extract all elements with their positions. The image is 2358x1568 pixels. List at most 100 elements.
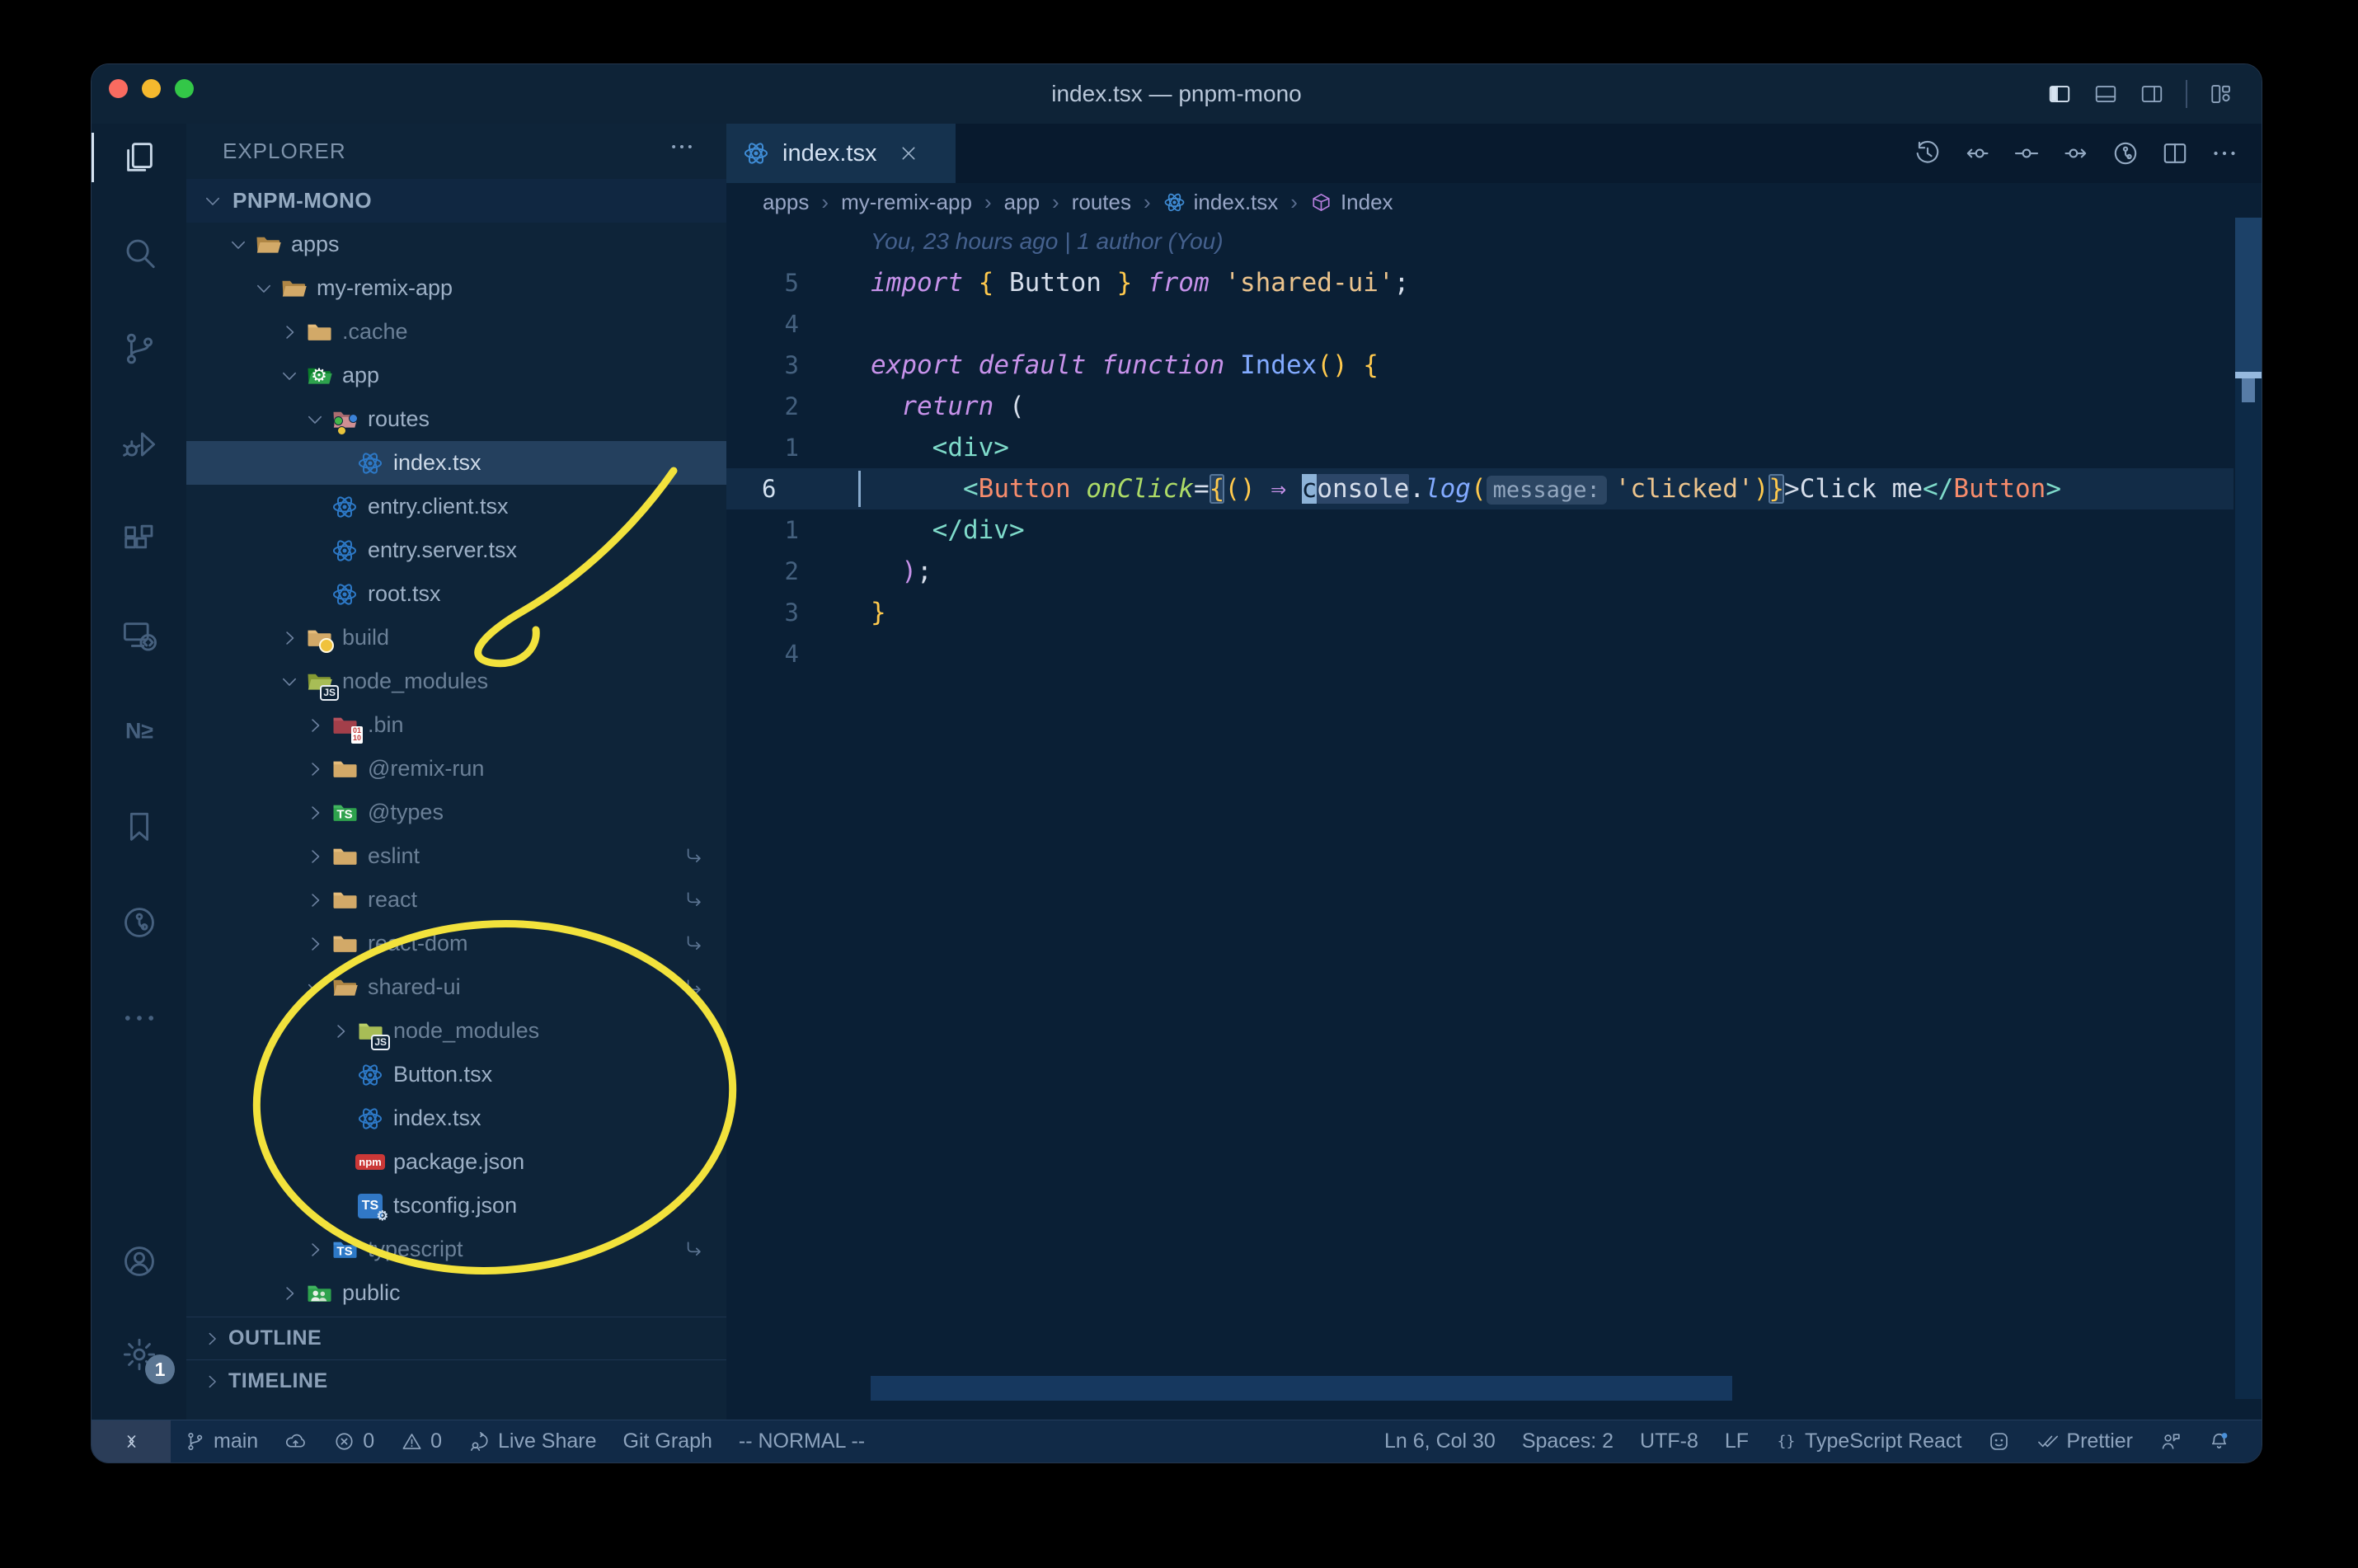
section-timeline[interactable]: TIMELINE xyxy=(186,1359,726,1402)
folder-icon xyxy=(303,1277,336,1310)
code-area[interactable]: You, 23 hours ago | 1 author (You) 5 impor… xyxy=(726,221,2262,1420)
code-line[interactable]: 2 return ( xyxy=(726,386,2234,427)
tree-item-build[interactable]: build xyxy=(186,616,726,660)
status-notifications[interactable] xyxy=(2195,1420,2243,1462)
activity-nx-console-icon[interactable]: N≥ xyxy=(92,698,186,764)
code-line[interactable]: 6 <Button onClick={() ⇒ console.log(mess… xyxy=(726,468,2234,509)
code-line[interactable]: 4 xyxy=(726,633,2234,674)
status-vim-mode[interactable]: -- NORMAL -- xyxy=(726,1420,878,1462)
tree-item-cache[interactable]: .cache xyxy=(186,310,726,354)
tab-index-tsx[interactable]: index.tsx xyxy=(726,124,956,183)
activity-settings-icon[interactable]: 1 xyxy=(92,1322,186,1387)
tree-item-eslint[interactable]: eslint xyxy=(186,834,726,878)
toggle-panel-icon[interactable] xyxy=(2093,82,2118,106)
activity-more-views-icon[interactable] xyxy=(92,985,186,1051)
tree-item-pnpm-mono[interactable]: PNPM-MONO xyxy=(186,179,726,223)
code-line[interactable]: 2 ); xyxy=(726,551,2234,592)
status-git-graph[interactable]: Git Graph xyxy=(610,1420,726,1462)
tree-item-bin[interactable]: 01 10 .bin xyxy=(186,703,726,747)
code-line[interactable]: 1 </div> xyxy=(726,509,2234,551)
activity-explorer-icon[interactable] xyxy=(92,124,186,190)
tree-item-entry-server-tsx[interactable]: entry.server.tsx xyxy=(186,528,726,572)
status-errors[interactable]: 0 xyxy=(320,1420,388,1462)
status-git-branch[interactable]: main xyxy=(171,1420,271,1462)
activity-extensions-icon[interactable] xyxy=(92,507,186,573)
close-button[interactable] xyxy=(109,79,128,98)
split-editor-icon[interactable] xyxy=(2161,139,2189,167)
code-line[interactable]: 3 export default function Index() { xyxy=(726,345,2234,386)
breadcrumb-apps[interactable]: apps xyxy=(763,190,809,215)
horizontal-scrollbar[interactable] xyxy=(871,1376,1732,1401)
tree-item-button-tsx[interactable]: Button.tsx xyxy=(186,1053,726,1096)
close-icon[interactable] xyxy=(898,143,919,164)
status-encoding[interactable]: UTF-8 xyxy=(1627,1420,1712,1462)
toggle-secondary-sidebar-icon[interactable] xyxy=(2140,82,2164,106)
breadcrumb-app[interactable]: app xyxy=(1004,190,1040,215)
status-feedback[interactable] xyxy=(2146,1420,2195,1462)
gitlens-graph-icon[interactable] xyxy=(2111,139,2140,167)
status-language-mode[interactable]: {} TypeScript React xyxy=(1762,1420,1975,1462)
breadcrumb-index[interactable]: Index xyxy=(1310,190,1393,215)
activity-remote-explorer-icon[interactable] xyxy=(92,603,186,669)
status-formatter-prettier[interactable]: Prettier xyxy=(2023,1420,2146,1462)
relative-line-number: 5 xyxy=(784,269,799,297)
route-dot-icon xyxy=(334,415,343,425)
breadcrumb-my-remix-app[interactable]: my-remix-app xyxy=(841,190,972,215)
next-change-icon[interactable] xyxy=(2062,139,2090,167)
status-publish-changes[interactable] xyxy=(271,1420,320,1462)
chevron-down-icon xyxy=(301,974,328,1001)
breadcrumb-routes[interactable]: routes xyxy=(1072,190,1131,215)
code-line[interactable]: 3} xyxy=(726,592,2234,633)
customize-layout-icon[interactable] xyxy=(2209,82,2234,106)
tree-item-my-remix-app[interactable]: my-remix-app xyxy=(186,266,726,310)
explorer-more-actions-icon[interactable] xyxy=(669,134,695,164)
toggle-primary-sidebar-icon[interactable] xyxy=(2047,82,2072,106)
tree-item-react-dom[interactable]: react-dom xyxy=(186,922,726,965)
activity-bookmarks-icon[interactable] xyxy=(92,794,186,860)
symlink-icon xyxy=(683,932,705,960)
breadcrumb-index-tsx[interactable]: index.tsx xyxy=(1163,190,1278,215)
minimize-button[interactable] xyxy=(142,79,161,98)
status-github[interactable] xyxy=(1975,1420,2023,1462)
activity-search-icon[interactable] xyxy=(92,220,186,286)
tree-item-root-tsx[interactable]: root.tsx xyxy=(186,572,726,616)
section-outline[interactable]: OUTLINE xyxy=(186,1317,726,1359)
tree-item-public[interactable]: public xyxy=(186,1271,726,1315)
activity-accounts-icon[interactable] xyxy=(92,1228,186,1294)
tree-item-typescript[interactable]: TS typescript xyxy=(186,1228,726,1271)
tree-item-node-modules[interactable]: JS node_modules xyxy=(186,660,726,703)
tree-item-app[interactable]: ⚙ app xyxy=(186,354,726,397)
chevron-right-icon xyxy=(301,799,328,826)
previous-change-icon[interactable] xyxy=(1963,139,1991,167)
tree-item-shared-ui[interactable]: shared-ui xyxy=(186,965,726,1009)
status-live-share[interactable]: Live Share xyxy=(455,1420,610,1462)
status-indentation[interactable]: Spaces: 2 xyxy=(1509,1420,1627,1462)
tree-item-package-json[interactable]: npm package.json xyxy=(186,1140,726,1184)
status-cursor-position[interactable]: Ln 6, Col 30 xyxy=(1371,1420,1509,1462)
activity-run-and-debug-icon[interactable] xyxy=(92,411,186,477)
tree-item-tsconfig-json[interactable]: TS ⚙ tsconfig.json xyxy=(186,1184,726,1228)
zoom-button[interactable] xyxy=(175,79,194,98)
status-warnings[interactable]: 0 xyxy=(388,1420,455,1462)
tree-item-types[interactable]: TS @types xyxy=(186,791,726,834)
more-actions-icon[interactable] xyxy=(2210,139,2238,167)
activity-gitlens-icon[interactable] xyxy=(92,890,186,955)
tree-item-entry-client-tsx[interactable]: entry.client.tsx xyxy=(186,485,726,528)
chevron-down-icon xyxy=(250,275,277,302)
code-line[interactable]: 4 xyxy=(726,303,2234,345)
tree-item-remix-run[interactable]: @remix-run xyxy=(186,747,726,791)
tree-item-node-modules[interactable]: JS node_modules xyxy=(186,1009,726,1053)
activity-source-control-icon[interactable] xyxy=(92,316,186,382)
tree-item-react[interactable]: react xyxy=(186,878,726,922)
vertical-scrollbar-thumb[interactable] xyxy=(2235,218,2262,376)
status-eol-sequence[interactable]: LF xyxy=(1712,1420,1762,1462)
status-remote-indicator[interactable] xyxy=(92,1420,171,1462)
tree-item-index-tsx[interactable]: index.tsx xyxy=(186,1096,726,1140)
tree-item-index-tsx[interactable]: index.tsx xyxy=(186,441,726,485)
commit-icon[interactable] xyxy=(2013,139,2041,167)
code-line[interactable]: 5 import { Button } from 'shared-ui'; xyxy=(726,262,2234,303)
timeline-history-icon[interactable] xyxy=(1914,139,1942,167)
tree-item-routes[interactable]: routes xyxy=(186,397,726,441)
code-line[interactable]: 1 <div> xyxy=(726,427,2234,468)
tree-item-apps[interactable]: apps xyxy=(186,223,726,266)
